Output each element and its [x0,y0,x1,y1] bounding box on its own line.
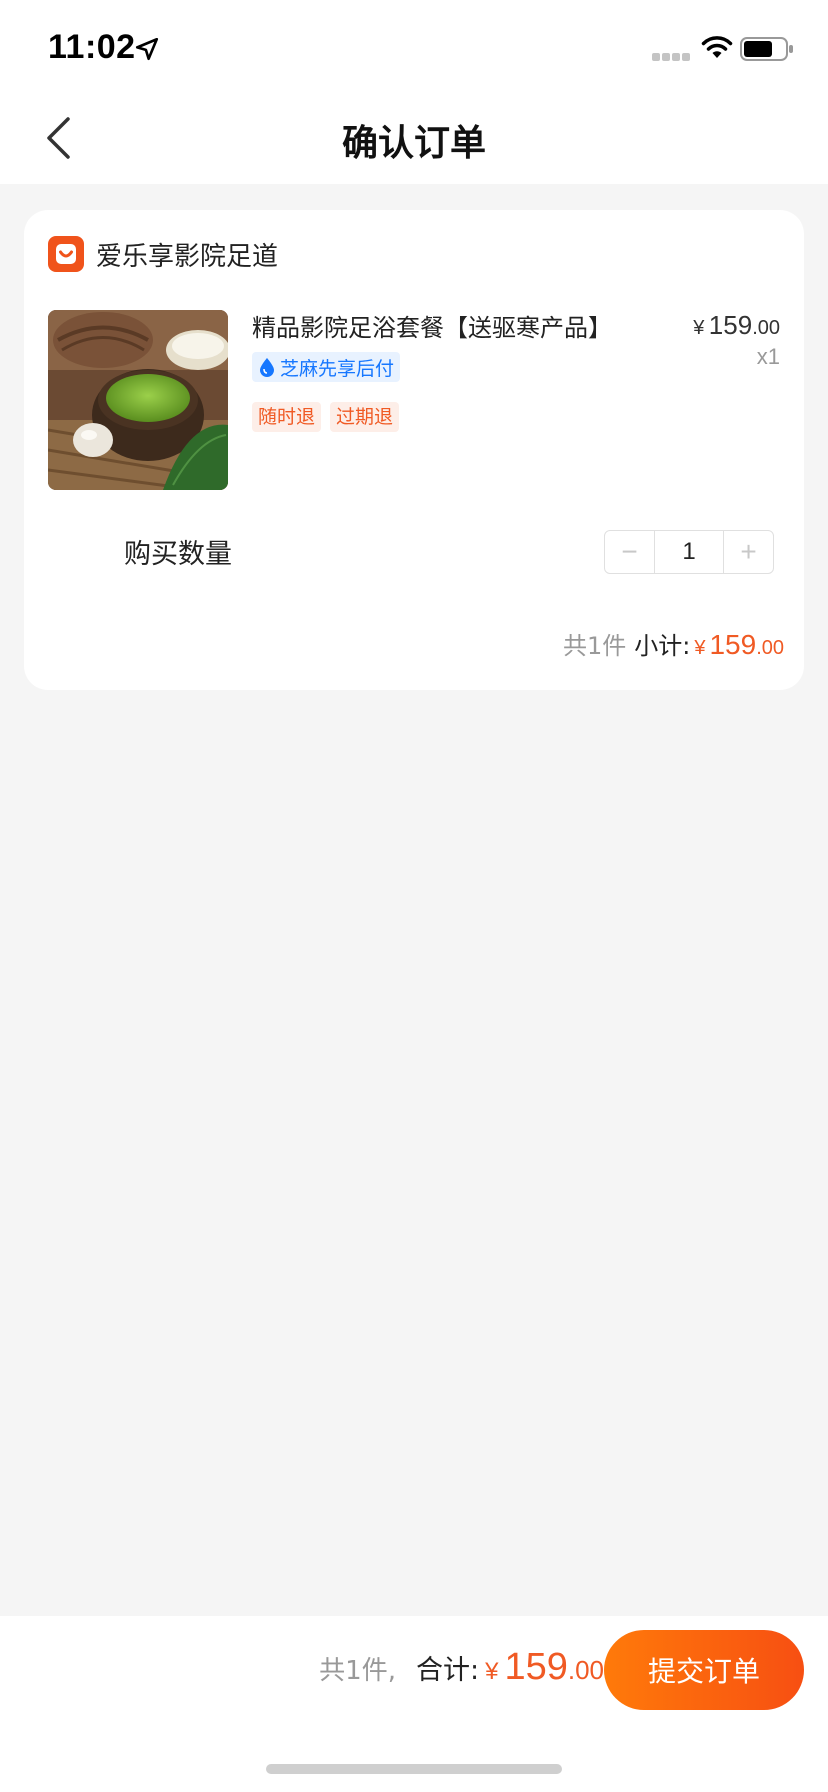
wifi-icon [701,36,733,58]
product-image[interactable] [48,310,228,490]
payment-badge-label: 芝麻先享后付 [280,357,395,380]
total-label: 合计: [415,1655,480,1686]
shop-header[interactable]: 爱乐享影院足道 [48,234,278,274]
quantity-input[interactable]: 1 [654,531,724,573]
total-amount-integer: 159 [504,1646,568,1688]
total-count: 共1件, [319,1656,396,1686]
shop-name: 爱乐享影院足道 [96,241,279,272]
unit-price-decimal: .00 [752,317,780,339]
subtotal-count: 共1件 [562,632,627,660]
unit-price-currency: ¥ [693,317,705,339]
order-card: 爱乐享影院足道 精品影院足浴套餐【送驱寒产品】 芝麻先享后付 随时退 过期退 ¥… [24,210,804,690]
decrease-quantity-button[interactable]: − [605,531,654,573]
home-indicator [266,1764,562,1774]
shop-logo-icon [48,236,84,272]
payment-badge: 芝麻先享后付 [252,352,401,382]
bottom-bar: 共1件, 合计: ¥ 159.00 提交订单 [0,1616,828,1792]
unit-price: ¥ 159.00 [693,310,780,341]
total-amount-decimal: .00 [567,1655,604,1685]
subtotal-currency: ¥ [694,637,706,659]
water-drop-icon [260,358,274,377]
subtotal-amount-decimal: .00 [756,637,784,659]
increase-quantity-button[interactable]: + [724,531,773,573]
subtotal-amount-integer: 159 [709,629,757,660]
refund-anytime-tag: 随时退 [252,402,322,432]
unit-price-integer: 159 [708,310,753,340]
location-arrow-icon [135,37,159,61]
subtotal-label: 小计: [634,632,691,660]
subtotal-row: 共1件 小计: ¥ 159.00 [563,626,784,661]
navigation-bar: 确认订单 [0,92,828,184]
product-title[interactable]: 精品影院足浴套餐【送驱寒产品】 [252,308,612,343]
quantity-label: 购买数量 [124,539,232,570]
quantity-stepper: − 1 + [604,530,774,574]
page-title: 确认订单 [341,123,486,164]
submit-order-button[interactable]: 提交订单 [604,1630,804,1710]
unit-quantity: x1 [756,344,780,369]
refund-expired-tag: 过期退 [330,402,400,432]
cellular-signal-icon [652,53,690,61]
total-summary: 共1件, 合计: ¥ 159.00 [319,1646,604,1706]
status-time: 11:02 [48,28,136,66]
total-currency: ¥ [485,1658,499,1685]
status-bar: 11:02 [0,0,828,92]
battery-icon [740,37,793,61]
